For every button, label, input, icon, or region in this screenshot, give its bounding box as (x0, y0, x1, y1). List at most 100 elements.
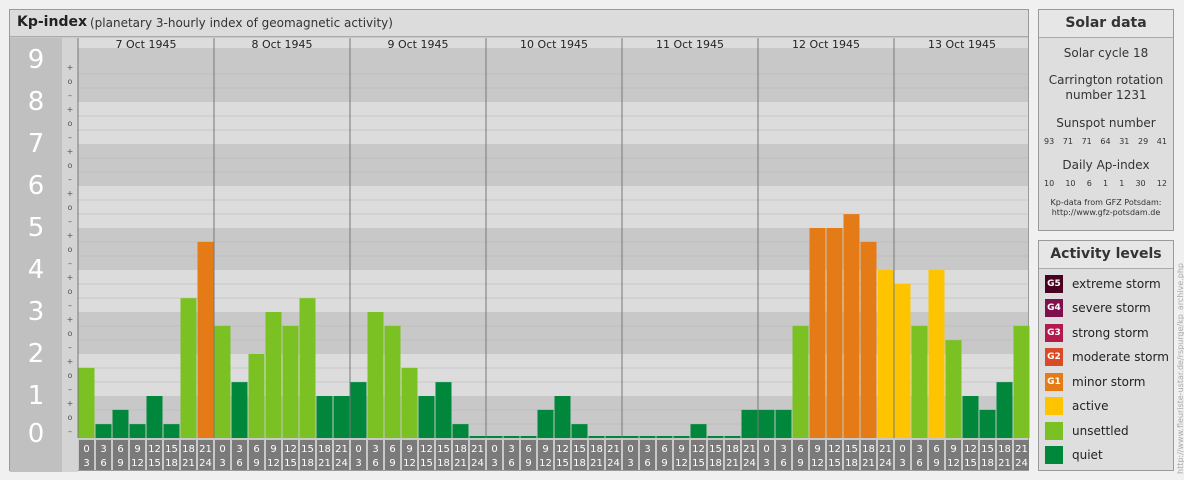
chart-title: Kp-index (17, 14, 87, 30)
hour-end-label: 6 (100, 458, 106, 469)
hour-start-label: 12 (148, 444, 161, 455)
y-tick-label: 6 (28, 171, 45, 201)
y-tick-label: 8 (28, 87, 45, 117)
y-sublabel: – (68, 175, 72, 184)
kp-bar (877, 270, 894, 438)
kp-bar (95, 424, 112, 438)
hour-end-label: 6 (372, 458, 378, 469)
ap-value: 30 (1135, 179, 1146, 188)
y-tick-label: 3 (28, 297, 45, 327)
hour-start-label: 9 (134, 444, 140, 455)
ap-value: 1 (1102, 179, 1109, 188)
kp-bar (78, 367, 95, 438)
y-sublabel: + (67, 357, 74, 366)
hour-start-label: 18 (590, 444, 603, 455)
kp-bar (214, 325, 231, 438)
hour-end-label: 24 (199, 458, 212, 469)
kp-band (78, 102, 1028, 144)
y-sublabel: o (68, 119, 73, 128)
kp-bar (554, 396, 571, 438)
hour-end-label: 18 (709, 458, 722, 469)
hour-start-label: 15 (573, 444, 586, 455)
hour-start-label: 18 (998, 444, 1011, 455)
kp-bar (401, 367, 418, 438)
level-label: extreme storm (1072, 277, 1161, 291)
hour-start-label: 15 (981, 444, 994, 455)
kp-bar (163, 424, 180, 438)
hour-end-label: 3 (355, 458, 361, 469)
kp-band (78, 60, 1028, 102)
kp-bar (775, 409, 792, 438)
kp-bar (656, 436, 673, 438)
hour-end-label: 12 (947, 458, 960, 469)
hour-end-label: 18 (165, 458, 178, 469)
hour-start-label: 15 (165, 444, 178, 455)
level-swatch: G5 (1045, 275, 1063, 293)
ap-value: 6 (1086, 179, 1092, 188)
hour-start-label: 0 (763, 444, 769, 455)
hour-start-label: 9 (950, 444, 956, 455)
kp-bar (537, 409, 554, 438)
ap-value: 10 (1044, 179, 1055, 188)
hour-start-label: 12 (556, 444, 569, 455)
ap-values: 10 10 6 1 1 30 12 (1039, 179, 1173, 188)
hour-end-label: 21 (590, 458, 603, 469)
hour-start-label: 9 (678, 444, 684, 455)
solar-cycle: Solar cycle 18 (1063, 46, 1149, 60)
kp-bar (265, 312, 282, 438)
hour-end-label: 6 (916, 458, 922, 469)
y-tick-label: 4 (28, 255, 45, 285)
level-g4: G4 severe storm (1045, 298, 1151, 318)
y-sublabel: + (67, 273, 74, 282)
hour-end-label: 15 (148, 458, 161, 469)
hour-start-label: 3 (372, 444, 378, 455)
level-label: moderate storm (1072, 350, 1169, 364)
kp-band (78, 228, 1028, 270)
hour-end-label: 9 (117, 458, 123, 469)
hour-end-label: 21 (998, 458, 1011, 469)
kp-bar (146, 396, 163, 438)
hour-start-label: 3 (780, 444, 786, 455)
kp-bar (911, 325, 928, 438)
hour-start-label: 12 (420, 444, 433, 455)
sunspot-value: 71 (1081, 137, 1092, 146)
kp-bar (180, 298, 197, 438)
hour-start-label: 0 (627, 444, 633, 455)
hour-start-label: 0 (491, 444, 497, 455)
kp-bar (809, 228, 826, 438)
day-label: 8 Oct 1945 (251, 38, 312, 51)
kp-bar (945, 340, 962, 438)
kp-bar (129, 424, 146, 438)
day-label: 13 Oct 1945 (928, 38, 996, 51)
hour-start-label: 6 (797, 444, 803, 455)
kp-bar (231, 382, 248, 438)
source-link[interactable]: http://www.gfz-potsdam.de (1039, 208, 1173, 218)
hour-end-label: 15 (556, 458, 569, 469)
hour-start-label: 15 (709, 444, 722, 455)
hour-start-label: 21 (607, 444, 620, 455)
hour-start-label: 9 (542, 444, 548, 455)
hour-start-label: 12 (964, 444, 977, 455)
hour-end-label: 15 (964, 458, 977, 469)
day-label: 10 Oct 1945 (520, 38, 588, 51)
kp-band (78, 186, 1028, 228)
hour-start-label: 3 (916, 444, 922, 455)
hour-start-label: 15 (437, 444, 450, 455)
kp-bar (673, 436, 690, 438)
hour-end-label: 21 (862, 458, 875, 469)
hour-start-label: 6 (661, 444, 667, 455)
kp-bar (588, 436, 605, 438)
y-tick-label: 1 (28, 381, 45, 411)
hour-end-label: 6 (508, 458, 514, 469)
y-sublabel: o (68, 287, 73, 296)
y-sublabel: – (68, 217, 72, 226)
hour-end-label: 24 (335, 458, 348, 469)
hour-start-label: 18 (862, 444, 875, 455)
level-swatch: G3 (1045, 324, 1063, 342)
level-active: active (1045, 396, 1108, 416)
kp-bar (979, 409, 996, 438)
hour-end-label: 9 (253, 458, 259, 469)
y-sublabel: o (68, 413, 73, 422)
kp-bar (197, 241, 214, 438)
hour-start-label: 21 (335, 444, 348, 455)
